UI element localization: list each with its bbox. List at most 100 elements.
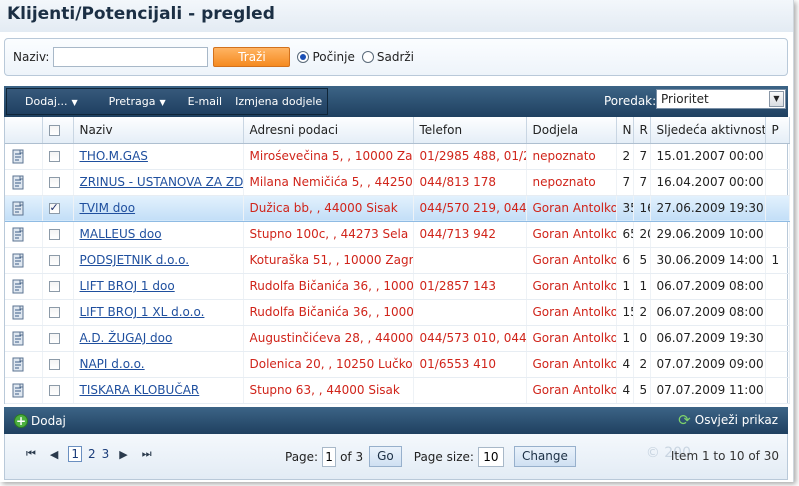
row-checkbox-cell[interactable] xyxy=(42,377,74,404)
table-row[interactable]: PODSJETNIK d.o.o. Koturaška 51, , 10000 Z… xyxy=(5,247,790,274)
page-link-3[interactable]: 3 xyxy=(102,447,110,461)
menu-change-assignment[interactable]: Izmjena dodjele xyxy=(235,95,322,108)
page-link-2[interactable]: 2 xyxy=(88,447,96,461)
row-checkbox-cell[interactable] xyxy=(42,221,74,248)
client-name-link[interactable]: MALLEUS doo xyxy=(80,227,162,241)
header-p[interactable]: P xyxy=(765,117,790,144)
row-icon-cell[interactable] xyxy=(5,221,43,248)
row-checkbox[interactable] xyxy=(48,281,60,292)
row-checkbox[interactable] xyxy=(48,255,60,266)
header-n[interactable]: N xyxy=(616,117,634,144)
row-checkbox-cell[interactable] xyxy=(42,247,74,274)
table-row[interactable]: LIFT BROJ 1 doo Rudolfa Bičanića 36, , 10… xyxy=(5,273,790,300)
search-button[interactable]: Traži xyxy=(213,47,291,67)
add-button[interactable]: Dodaj xyxy=(31,414,66,428)
page-input[interactable] xyxy=(322,446,337,467)
header-r[interactable]: R xyxy=(633,117,651,144)
row-checkbox[interactable] xyxy=(48,333,60,344)
record-icon[interactable] xyxy=(11,331,25,346)
radio-contains[interactable]: Sadrži xyxy=(361,50,414,64)
sort-select[interactable]: Prioritet ▼ xyxy=(656,89,786,109)
header-next-activity[interactable]: Sljedeća aktivnost xyxy=(650,117,766,144)
table-row[interactable]: ZRINUS - USTANOVA ZA ZDRA Milana Nemičića… xyxy=(5,169,790,196)
select-all-checkbox[interactable] xyxy=(48,124,60,136)
row-checkbox[interactable] xyxy=(48,229,60,240)
header-address[interactable]: Adresni podaci xyxy=(243,117,414,144)
go-button[interactable]: Go xyxy=(369,446,402,467)
row-name: ZRINUS - USTANOVA ZA ZDRA xyxy=(73,169,244,196)
page-size-input[interactable] xyxy=(477,446,504,467)
row-checkbox[interactable] xyxy=(48,359,60,370)
row-checkbox-cell[interactable] xyxy=(42,299,74,326)
row-icon-cell[interactable] xyxy=(5,377,43,404)
record-icon[interactable] xyxy=(11,201,25,216)
row-checkbox-cell[interactable] xyxy=(42,351,74,378)
row-checkbox[interactable] xyxy=(48,177,60,188)
client-name-link[interactable]: A.D. ŽUGAJ doo xyxy=(80,331,173,345)
client-name-link[interactable]: THO.M.GAS xyxy=(80,149,148,163)
row-icon-cell[interactable] xyxy=(5,299,43,326)
row-checkbox-cell[interactable] xyxy=(42,143,74,170)
row-checkbox-cell[interactable] xyxy=(42,169,74,196)
row-p xyxy=(765,351,790,378)
row-checkbox[interactable] xyxy=(48,307,60,318)
page-label: Page: xyxy=(285,449,319,464)
row-icon-cell[interactable] xyxy=(5,194,43,222)
header-phone[interactable]: Telefon xyxy=(413,117,527,144)
dropdown-arrow-icon[interactable]: ▼ xyxy=(769,91,784,107)
page-link-1[interactable]: 1 xyxy=(68,446,83,462)
table-row[interactable]: TISKARA KLOBUČAR Stupno 63, , 44000 Sisak… xyxy=(5,377,790,404)
row-checkbox[interactable] xyxy=(48,385,60,396)
record-icon[interactable] xyxy=(11,305,25,320)
row-icon-cell[interactable] xyxy=(5,247,43,274)
row-checkbox[interactable] xyxy=(48,151,60,162)
row-checkbox-cell[interactable] xyxy=(42,325,74,352)
header-name[interactable]: Naziv xyxy=(73,117,244,144)
radio-contains-dot[interactable] xyxy=(361,51,374,63)
prev-page-icon[interactable]: ◀ xyxy=(50,448,58,461)
record-icon[interactable] xyxy=(11,149,25,164)
table-row[interactable]: TVIM doo Dužica bb, , 44000 Sisak044/570 … xyxy=(5,194,790,222)
menu-email[interactable]: E-mail xyxy=(188,95,223,108)
record-icon[interactable] xyxy=(11,253,25,268)
header-checkbox-col[interactable] xyxy=(42,117,74,144)
add-icon[interactable]: + xyxy=(14,413,28,428)
row-icon-cell[interactable] xyxy=(5,351,43,378)
table-row[interactable]: A.D. ŽUGAJ doo Augustinčićeva 28, , 44000… xyxy=(5,325,790,352)
client-name-link[interactable]: PODSJETNIK d.o.o. xyxy=(80,253,190,267)
row-n: 7 xyxy=(616,169,634,196)
record-icon[interactable] xyxy=(11,279,25,294)
table-row[interactable]: NAPI d.o.o. Dolenica 20, , 10250 Lučko 01/… xyxy=(5,351,790,378)
next-page-icon[interactable]: ▶ xyxy=(119,448,127,461)
radio-starts[interactable]: Počinje xyxy=(297,50,355,64)
client-name-link[interactable]: ZRINUS - USTANOVA ZA ZDRA xyxy=(80,175,243,189)
last-page-icon[interactable]: ⏭ xyxy=(142,447,152,461)
menu-search[interactable]: Pretraga ▼ xyxy=(100,95,166,108)
name-search-input[interactable] xyxy=(53,47,209,67)
client-name-link[interactable]: TISKARA KLOBUČAR xyxy=(80,383,200,397)
refresh-button[interactable]: ⟳ Osvježi prikaz xyxy=(678,413,778,428)
client-name-link[interactable]: TVIM doo xyxy=(80,201,136,215)
record-icon[interactable] xyxy=(11,175,25,190)
record-icon[interactable] xyxy=(11,357,25,372)
table-row[interactable]: THO.M.GAS Mirośevečina 5, , 10000 Zagreb0… xyxy=(5,143,790,170)
table-row[interactable]: LIFT BROJ 1 XL d.o.o. Rudolfa Bičanića 36… xyxy=(5,299,790,326)
record-icon[interactable] xyxy=(11,227,25,242)
first-page-icon[interactable]: ⏮ xyxy=(26,447,36,461)
row-checkbox[interactable] xyxy=(48,201,60,214)
client-name-link[interactable]: LIFT BROJ 1 XL d.o.o. xyxy=(80,305,205,319)
row-checkbox-cell[interactable] xyxy=(42,273,74,300)
client-name-link[interactable]: NAPI d.o.o. xyxy=(80,357,145,371)
menu-add[interactable]: Dodaj... ▼ xyxy=(16,95,78,108)
row-icon-cell[interactable] xyxy=(5,273,43,300)
change-button[interactable]: Change xyxy=(513,446,576,467)
row-icon-cell[interactable] xyxy=(5,143,43,170)
client-name-link[interactable]: LIFT BROJ 1 doo xyxy=(80,279,175,293)
row-checkbox-cell[interactable] xyxy=(42,194,74,222)
row-icon-cell[interactable] xyxy=(5,169,43,196)
radio-starts-dot[interactable] xyxy=(297,51,310,63)
header-assign[interactable]: Dodjela xyxy=(526,117,617,144)
record-icon[interactable] xyxy=(11,383,25,398)
row-icon-cell[interactable] xyxy=(5,325,43,352)
table-row[interactable]: MALLEUS doo Stupno 100c, , 44273 Sela 044/… xyxy=(5,221,790,248)
